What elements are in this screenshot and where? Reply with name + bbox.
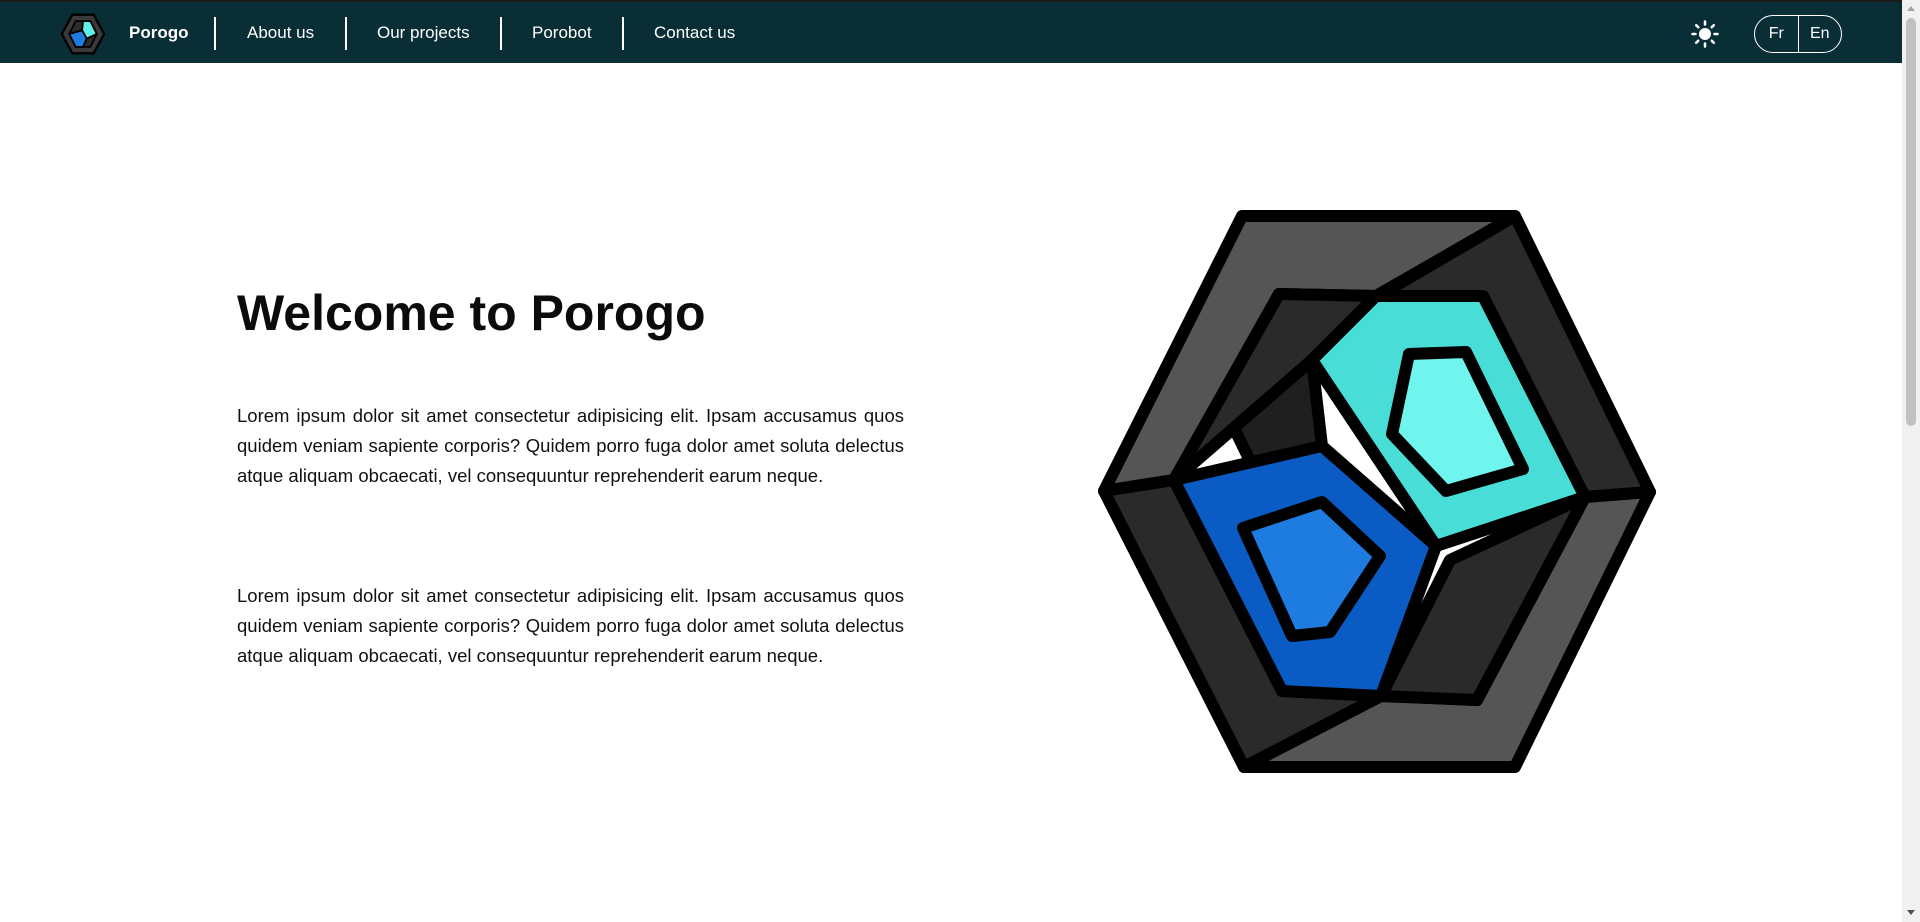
nav-link-projects[interactable]: Our projects [377, 22, 470, 44]
hero-paragraph: Lorem ipsum dolor sit amet consectetur a… [237, 585, 904, 666]
scroll-down-arrow-icon[interactable] [1907, 910, 1915, 915]
porogo-logo-icon[interactable] [60, 11, 106, 57]
lang-button-fr[interactable]: Fr [1755, 16, 1798, 52]
nav-divider [622, 17, 624, 50]
nav-link-contact[interactable]: Contact us [654, 22, 735, 44]
nav-divider [500, 17, 502, 50]
nav-link-porobot[interactable]: Porobot [532, 22, 592, 44]
lang-button-en[interactable]: En [1797, 16, 1842, 52]
nav-brand[interactable]: Porogo [129, 22, 189, 44]
vertical-scrollbar[interactable] [1902, 0, 1920, 922]
top-navbar: Porogo About us Our projects Porobot Con… [0, 0, 1902, 63]
scrollbar-thumb[interactable] [1906, 18, 1916, 426]
scroll-up-arrow-icon[interactable] [1907, 6, 1915, 11]
hero-paragraph: Lorem ipsum dolor sit amet consectetur a… [237, 405, 904, 486]
nav-link-about[interactable]: About us [247, 22, 314, 44]
sun-icon[interactable] [1691, 20, 1719, 48]
hero-title: Welcome to Porogo [237, 285, 706, 341]
nav-divider [345, 17, 347, 50]
porogo-hexagon-logo-icon [1098, 210, 1656, 773]
nav-divider [214, 17, 216, 50]
language-switcher: Fr En [1754, 15, 1842, 53]
